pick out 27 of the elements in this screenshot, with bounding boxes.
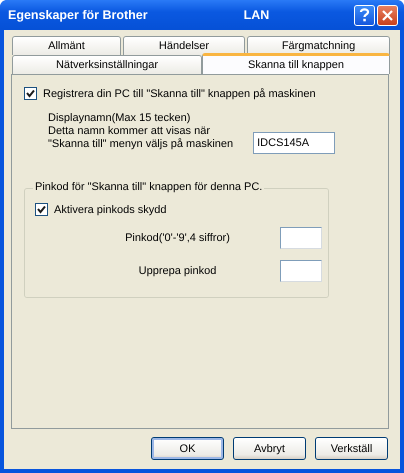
close-button[interactable] <box>377 4 398 26</box>
checkbox[interactable] <box>24 87 37 100</box>
field-label: Pinkod('0'-'9',4 siffror) <box>124 232 231 244</box>
checkbox[interactable] <box>35 203 48 216</box>
group-title: Pinkod för "Skanna till" knappen för denna PC. <box>33 181 264 193</box>
dialog-button[interactable]: Verkställ <box>315 437 388 460</box>
dialog-button[interactable]: Avbryt <box>233 437 306 460</box>
tab[interactable]: Allmänt <box>12 36 121 55</box>
description-text: "Skanna till" menyn väljs på maskinen <box>48 138 234 150</box>
window-title-suffix: LAN <box>244 8 270 22</box>
tab[interactable]: Skanna till knappen <box>202 53 390 74</box>
pin-field[interactable] <box>280 260 322 282</box>
pin-field[interactable] <box>280 227 322 249</box>
field-label: Upprepa pinkod <box>138 265 218 277</box>
checkbox-label: Registrera din PC till "Skanna till" knappen på maskinen <box>43 88 316 100</box>
tab[interactable]: Nätverksinställningar <box>12 55 202 74</box>
help-button[interactable] <box>354 4 375 26</box>
help-icon <box>359 8 370 22</box>
checkbox-label: Aktivera pinkods skydd <box>54 204 166 216</box>
window-title: Egenskaper för Brother <box>8 8 148 22</box>
description-text: Detta namn kommer att visas när <box>48 125 212 137</box>
display-name-field[interactable]: IDCS145A <box>253 132 336 154</box>
tab[interactable]: Händelser <box>123 36 245 55</box>
dialog-button[interactable]: OK <box>151 437 224 460</box>
close-icon <box>382 10 393 20</box>
description-text: Displaynamn(Max 15 tecken) <box>48 112 192 124</box>
tab[interactable]: Färgmatchning <box>247 36 390 55</box>
